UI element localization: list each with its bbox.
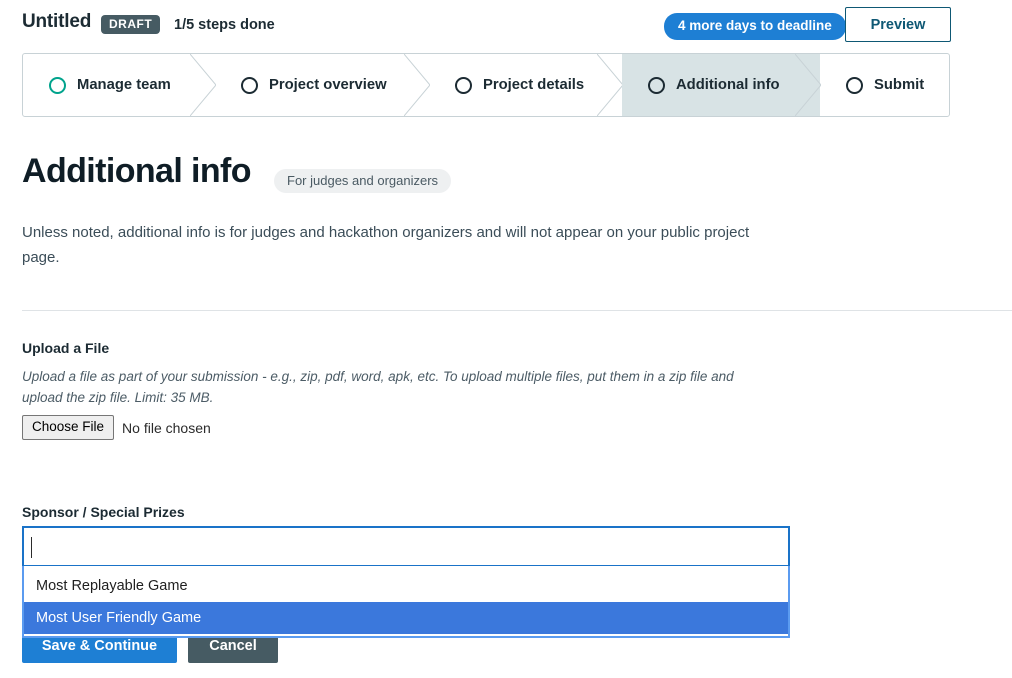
stepper-step-label: Project details [483, 77, 585, 93]
stepper-step-label: Submit [874, 77, 925, 93]
stepper-chevron-icon [190, 54, 216, 116]
stepper-chevron-icon [597, 54, 623, 116]
page-intro-text: Unless noted, additional info is for jud… [22, 224, 750, 266]
sponsor-prizes-input[interactable] [22, 526, 790, 567]
project-title: Untitled [22, 11, 92, 32]
stepper-chevron-icon [795, 54, 821, 116]
upload-file-help-text: Upload a file as part of your submission… [22, 369, 734, 405]
stepper-step-submit[interactable]: Submit [820, 54, 949, 116]
preview-button[interactable]: Preview [845, 7, 951, 42]
circle-outline-icon [455, 76, 472, 94]
dropdown-option[interactable]: Most Replayable Game [24, 570, 788, 602]
page-root: Untitled DRAFT 1/5 steps done 4 more day… [0, 0, 1012, 678]
upload-file-label: Upload a File [22, 340, 110, 356]
stepper-step-label: Project overview [269, 77, 387, 93]
sponsor-prizes-label: Sponsor / Special Prizes [22, 504, 185, 520]
circle-outline-icon [846, 76, 863, 94]
file-input-row: Choose File No file chosen [22, 415, 211, 441]
circle-outline-icon [241, 76, 258, 94]
dropdown-option[interactable]: Most User Friendly Game [24, 602, 788, 634]
stepper-step-label: Manage team [77, 77, 171, 93]
status-badge: DRAFT [101, 15, 161, 34]
section-divider [22, 310, 1012, 311]
page-title-pill: For judges and organizers [274, 169, 452, 193]
deadline-badge: 4 more days to deadline [664, 13, 846, 40]
page-title: Additional info [22, 152, 252, 190]
stepper-step-label: Additional info [676, 77, 780, 93]
circle-outline-icon [49, 76, 66, 94]
text-caret [31, 537, 32, 558]
progress-stepper: Manage team Project overview Project detai… [22, 53, 950, 117]
file-chosen-status: No file chosen [122, 419, 211, 436]
choose-file-button[interactable]: Choose File [22, 415, 115, 441]
stepper-step-additional-info[interactable]: Additional info [622, 54, 821, 116]
page-header: Untitled DRAFT 1/5 steps done 4 more day… [0, 0, 1012, 50]
sponsor-prizes-dropdown-list[interactable]: Most Replayable Game Most User Friendly G… [22, 566, 790, 638]
stepper-step-manage-team[interactable]: Manage team [23, 54, 216, 116]
circle-outline-icon [648, 76, 665, 94]
steps-progress-text: 1/5 steps done [174, 17, 275, 33]
stepper-step-project-details[interactable]: Project details [429, 54, 623, 116]
stepper-chevron-icon [404, 54, 430, 116]
stepper-step-project-overview[interactable]: Project overview [215, 54, 430, 116]
